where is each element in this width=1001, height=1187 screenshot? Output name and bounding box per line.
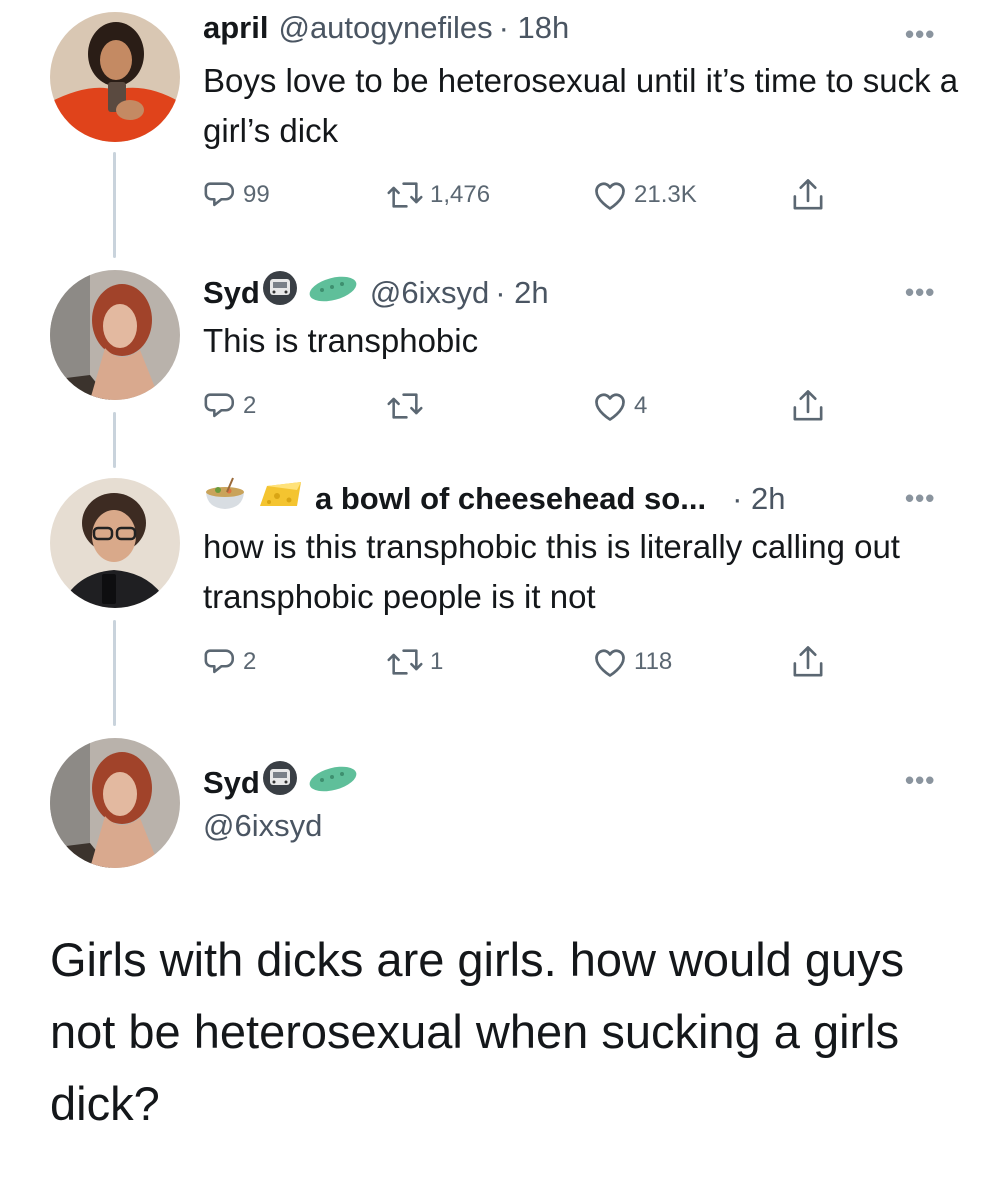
- display-name[interactable]: Syd: [203, 273, 260, 313]
- retweet-icon: [386, 645, 424, 679]
- avatar-syd-image: [50, 270, 180, 400]
- share-icon: [790, 176, 826, 214]
- share-button[interactable]: [790, 387, 826, 425]
- train-emoji-icon: [262, 760, 298, 806]
- retweet-count: 1: [430, 648, 444, 675]
- share-button[interactable]: [790, 176, 826, 214]
- avatar[interactable]: [50, 270, 180, 400]
- like-button[interactable]: 4: [592, 389, 647, 423]
- reply-icon: [203, 389, 237, 423]
- reply-count: 2: [243, 648, 257, 675]
- like-button[interactable]: 21.3K: [592, 178, 697, 212]
- reply-count: 99: [243, 181, 270, 208]
- handle[interactable]: @6ixsyd: [203, 806, 322, 846]
- timestamp[interactable]: · 2h: [732, 479, 785, 519]
- cheese-emoji-icon: [257, 476, 303, 522]
- more-icon[interactable]: •••: [905, 485, 935, 511]
- more-icon[interactable]: •••: [905, 279, 935, 305]
- soup-bowl-emoji-icon: [203, 476, 247, 522]
- retweet-button[interactable]: 1,476: [386, 178, 490, 212]
- reply-count: 2: [243, 392, 257, 419]
- display-name[interactable]: a bowl of cheesehead so...: [315, 479, 706, 519]
- retweet-count: 1,476: [430, 181, 491, 208]
- like-count: 118: [634, 648, 673, 675]
- tweet-header: Syd @6ixsyd · 2h: [203, 270, 549, 316]
- like-count: 21.3K: [634, 181, 697, 208]
- thread-line: [113, 620, 116, 726]
- tweet-text: This is transphobic: [203, 322, 479, 359]
- tweet-text: how is this transphobic this is literall…: [203, 528, 900, 615]
- reply-button[interactable]: 2: [203, 389, 256, 423]
- tweet-text: Boys love to be heterosexual until it’s …: [203, 62, 959, 149]
- pill-emoji-icon: [306, 271, 360, 315]
- share-icon: [790, 643, 826, 681]
- timestamp[interactable]: · 18h: [499, 8, 570, 48]
- thread-line: [113, 152, 116, 258]
- retweet-icon: [386, 389, 424, 423]
- tweet-header: a bowl of cheesehead so... · 2h: [203, 476, 785, 522]
- avatar[interactable]: [50, 738, 180, 868]
- reply-icon: [203, 645, 237, 679]
- pill-emoji-icon: [306, 761, 360, 805]
- heart-icon: [592, 178, 628, 212]
- like-button[interactable]: 118: [592, 645, 672, 679]
- tweet-header: april @autogynefiles · 18h: [203, 8, 569, 48]
- more-icon[interactable]: •••: [905, 21, 935, 47]
- more-icon[interactable]: •••: [905, 767, 935, 793]
- avatar-syd-image: [50, 738, 180, 868]
- retweet-button[interactable]: [386, 389, 430, 423]
- share-button[interactable]: [790, 643, 826, 681]
- reply-button[interactable]: 2: [203, 645, 256, 679]
- avatar[interactable]: [50, 478, 180, 608]
- heart-icon: [592, 645, 628, 679]
- thread-line: [113, 412, 116, 468]
- display-name[interactable]: april: [203, 8, 268, 48]
- avatar[interactable]: [50, 12, 180, 142]
- avatar-cheesehead-image: [50, 478, 180, 608]
- main-tweet-text: Girls with dicks are girls. how would gu…: [50, 933, 905, 1130]
- like-count: 4: [634, 392, 648, 419]
- reply-icon: [203, 178, 237, 212]
- timestamp[interactable]: · 2h: [495, 273, 548, 313]
- retweet-button[interactable]: 1: [386, 645, 443, 679]
- handle[interactable]: @6ixsyd: [370, 273, 489, 313]
- train-emoji-icon: [262, 270, 298, 316]
- handle[interactable]: @autogynefiles: [278, 8, 492, 48]
- heart-icon: [592, 389, 628, 423]
- reply-button[interactable]: 99: [203, 178, 270, 212]
- main-tweet-header: Syd: [203, 760, 360, 806]
- display-name[interactable]: Syd: [203, 763, 260, 803]
- retweet-icon: [386, 178, 424, 212]
- share-icon: [790, 387, 826, 425]
- avatar-april-image: [50, 12, 180, 142]
